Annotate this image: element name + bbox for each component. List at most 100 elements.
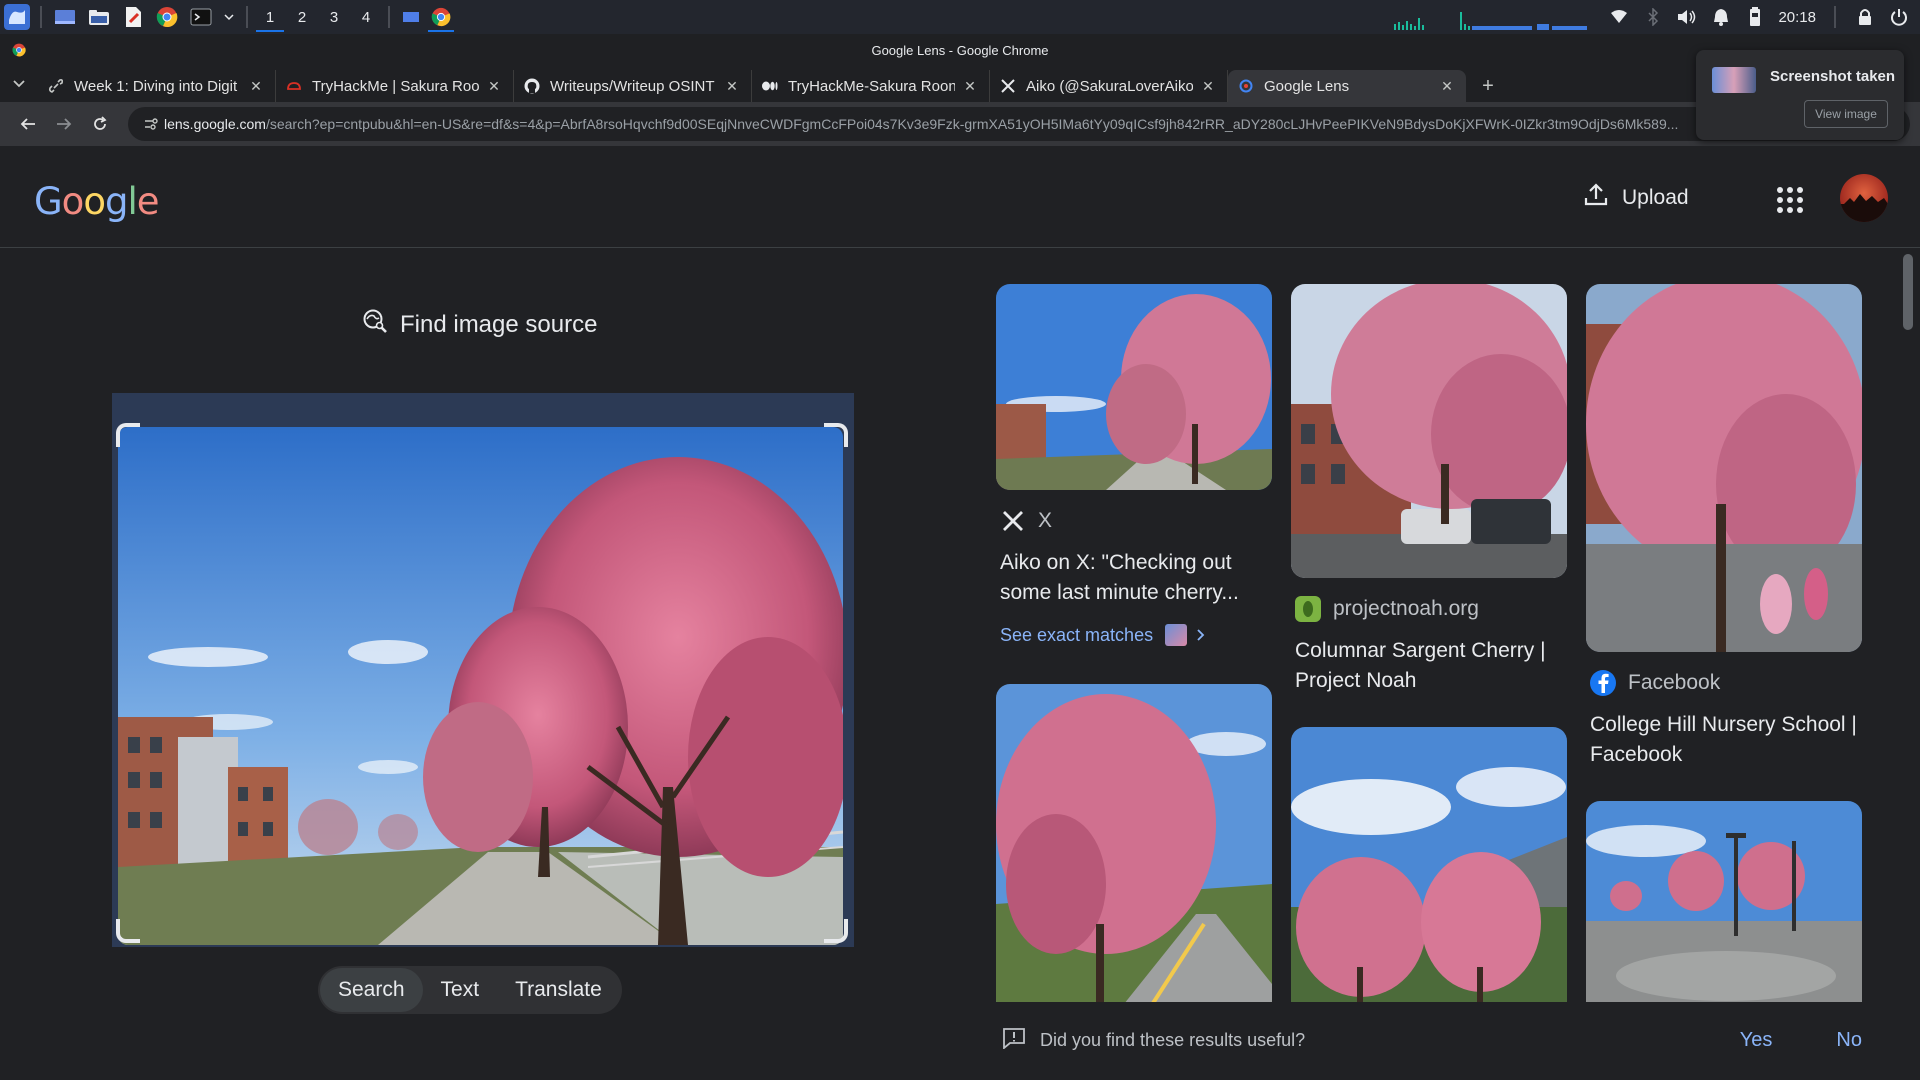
close-icon[interactable]: ✕ — [485, 77, 503, 95]
back-button[interactable] — [10, 106, 46, 142]
logo-letter: o — [83, 180, 106, 223]
bell-icon[interactable] — [1710, 6, 1732, 28]
avatar[interactable] — [1840, 174, 1888, 222]
forward-button[interactable] — [46, 106, 82, 142]
result-title[interactable]: College Hill Nursery School | Facebook — [1590, 710, 1862, 770]
pdf-icon[interactable] — [120, 4, 146, 30]
chevron-down-icon[interactable] — [222, 4, 236, 30]
file-manager-icon[interactable] — [86, 4, 112, 30]
result-image[interactable] — [1586, 801, 1862, 1002]
google-logo[interactable]: Google — [34, 180, 159, 223]
logo-letter: g — [104, 180, 128, 223]
taskbar-separator — [40, 6, 42, 28]
facebook-icon — [1590, 670, 1616, 696]
url-host: lens.google.com — [164, 116, 266, 132]
crop-handle-br[interactable] — [824, 919, 848, 943]
crop-handle-tl[interactable] — [116, 423, 140, 447]
tab-week1[interactable]: Week 1: Diving into Digit ✕ — [38, 70, 276, 102]
result-source-label: X — [1038, 509, 1053, 532]
chrome-icon[interactable] — [154, 4, 180, 30]
lens-mode-bar: Search Text Translate — [318, 966, 622, 1014]
result-source[interactable]: X — [1000, 508, 1052, 534]
result-image[interactable] — [996, 284, 1272, 490]
results-scrollbar[interactable] — [1902, 248, 1914, 1068]
tab-label: Google Lens — [1264, 77, 1350, 95]
power-icon[interactable] — [1888, 6, 1910, 28]
screenshot-notification: Screenshot taken View image — [1696, 50, 1904, 140]
close-icon[interactable]: ✕ — [247, 77, 265, 95]
workspace-4[interactable]: 4 — [350, 0, 382, 34]
window-button-chrome[interactable] — [426, 0, 456, 34]
reload-button[interactable] — [82, 106, 118, 142]
mode-text[interactable]: Text — [423, 968, 498, 1012]
chevron-right-icon — [1197, 625, 1205, 646]
logo-letter: G — [34, 180, 63, 223]
apps-grid-icon[interactable] — [1776, 186, 1804, 214]
x-icon — [1000, 78, 1016, 94]
window-title: Google Lens - Google Chrome — [871, 42, 1049, 58]
lens-icon — [1238, 78, 1254, 94]
logo-letter: e — [136, 180, 160, 223]
url-path: /search?ep=cntpubu&hl=en-US&re=df&s=4&p=… — [265, 116, 1679, 132]
window-titlebar: Google Lens - Google Chrome — [0, 34, 1920, 66]
wifi-icon[interactable] — [1608, 6, 1630, 28]
site-info-icon[interactable] — [138, 111, 164, 137]
tab-x-aiko[interactable]: Aiko (@SakuraLoverAiko ✕ — [990, 70, 1228, 102]
result-image[interactable] — [1291, 727, 1567, 1002]
crop-handle-tr[interactable] — [824, 423, 848, 447]
result-image[interactable] — [1586, 284, 1862, 652]
workspace-1[interactable]: 1 — [254, 0, 286, 34]
lock-icon[interactable] — [1854, 6, 1876, 28]
chevron-down-icon — [13, 80, 25, 88]
link-icon — [48, 78, 64, 94]
query-image — [118, 427, 843, 945]
workspace-3[interactable]: 3 — [318, 0, 350, 34]
tab-google-lens[interactable]: Google Lens ✕ — [1228, 70, 1466, 102]
query-image-panel[interactable] — [112, 393, 854, 947]
volume-icon[interactable] — [1676, 6, 1698, 28]
feedback-no-button[interactable]: No — [1836, 1029, 1862, 1052]
result-title[interactable]: Aiko on X: "Checking out some last minut… — [1000, 548, 1272, 608]
mode-translate[interactable]: Translate — [497, 968, 620, 1012]
result-source[interactable]: projectnoah.org — [1295, 596, 1479, 622]
see-exact-matches-link[interactable]: See exact matches — [1000, 624, 1205, 646]
url-text: lens.google.com/search?ep=cntpubu&hl=en-… — [164, 116, 1874, 132]
bluetooth-icon[interactable] — [1642, 6, 1664, 28]
close-icon[interactable]: ✕ — [1438, 77, 1456, 95]
close-icon[interactable]: ✕ — [961, 77, 979, 95]
github-icon — [524, 78, 540, 94]
mode-search[interactable]: Search — [320, 968, 423, 1012]
view-image-button[interactable]: View image — [1804, 100, 1888, 128]
close-icon[interactable]: ✕ — [1199, 77, 1217, 95]
lens-header: Google Upload — [0, 146, 1920, 248]
scrollbar-thumb[interactable] — [1903, 254, 1913, 330]
terminal-icon[interactable] — [188, 4, 214, 30]
result-image[interactable] — [1291, 284, 1567, 578]
tab-github-writeup[interactable]: Writeups/Writeup OSINT ✕ — [514, 70, 752, 102]
close-icon[interactable]: ✕ — [723, 77, 741, 95]
tab-search-button[interactable] — [0, 66, 38, 102]
result-source[interactable]: Facebook — [1590, 670, 1720, 696]
see-exact-matches-label: See exact matches — [1000, 624, 1154, 645]
workspace-2[interactable]: 2 — [286, 0, 318, 34]
projectnoah-icon — [1295, 596, 1321, 622]
result-title[interactable]: Columnar Sargent Cherry | Project Noah — [1295, 636, 1567, 696]
tab-tryhackme-sakura[interactable]: TryHackMe | Sakura Roor ✕ — [276, 70, 514, 102]
screenshot-thumbnail[interactable] — [1712, 67, 1756, 93]
tab-medium-sakura[interactable]: TryHackMe-Sakura Roon ✕ — [752, 70, 990, 102]
desktop-icon[interactable] — [52, 4, 78, 30]
feedback-yes-button[interactable]: Yes — [1740, 1029, 1773, 1052]
arrow-left-icon — [20, 118, 35, 130]
find-image-source[interactable]: Find image source — [362, 308, 597, 341]
window-button-desktop[interactable] — [396, 0, 426, 34]
result-image[interactable] — [996, 684, 1272, 1002]
address-bar[interactable]: lens.google.com/search?ep=cntpubu&hl=en-… — [128, 107, 1910, 141]
upload-button[interactable]: Upload — [1584, 182, 1689, 214]
new-tab-button[interactable]: + — [1472, 70, 1504, 102]
taskbar-separator — [246, 6, 248, 28]
crop-handle-bl[interactable] — [116, 919, 140, 943]
clock[interactable]: 20:18 — [1778, 9, 1816, 26]
app-launcher-icon[interactable] — [4, 4, 30, 30]
tab-strip: Week 1: Diving into Digit ✕ TryHackMe | … — [0, 66, 1920, 102]
browser-toolbar: lens.google.com/search?ep=cntpubu&hl=en-… — [0, 102, 1920, 146]
